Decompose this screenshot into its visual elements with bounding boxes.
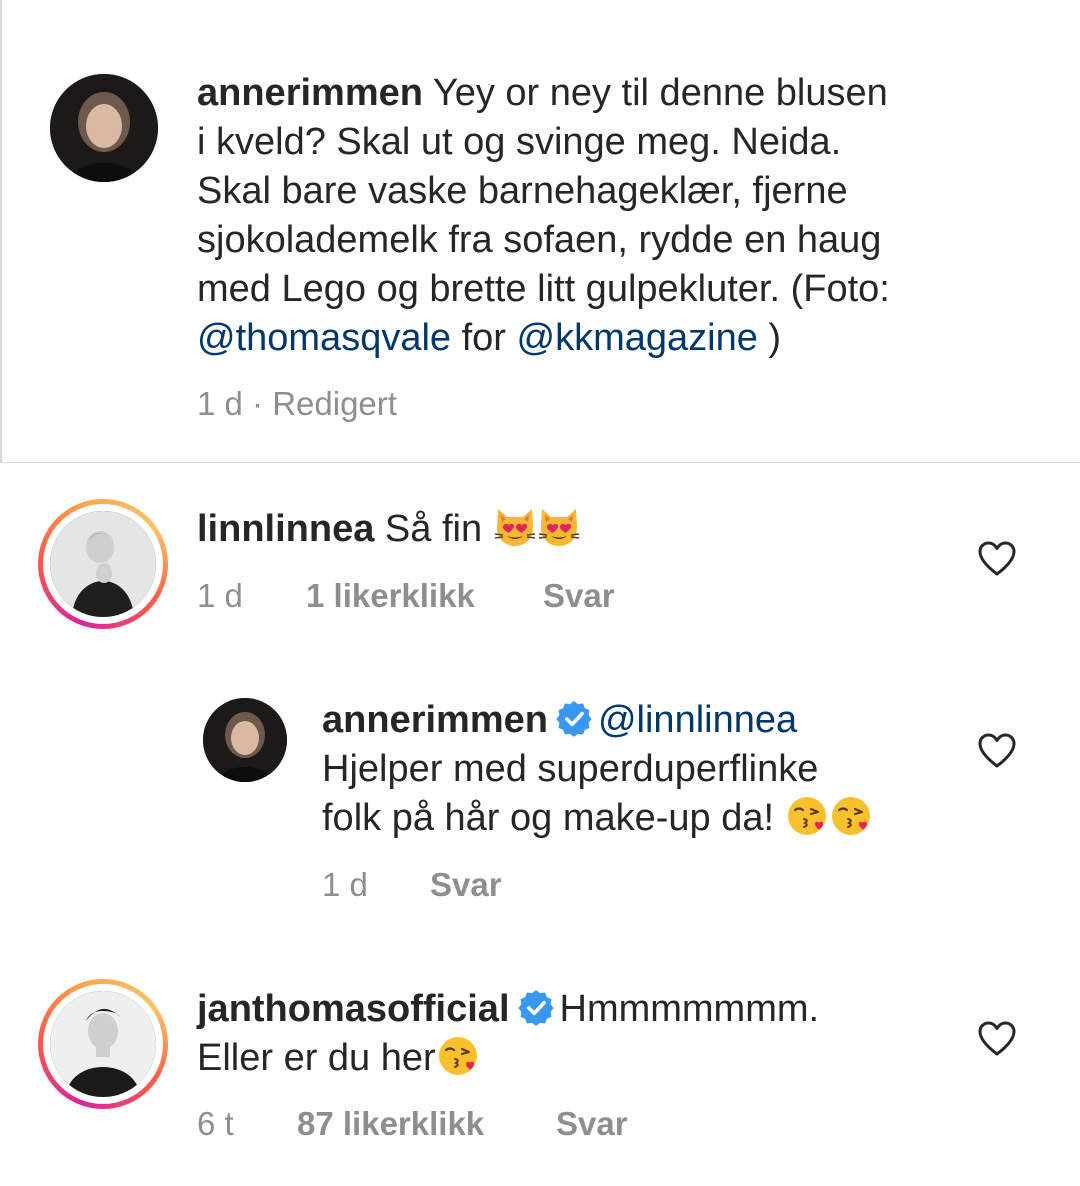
caption-line: Yey or ney til denne blusen: [422, 72, 888, 114]
reply-line: folk på hår og make-up da!: [322, 797, 785, 839]
caption-line: Skal bare vaske barnehageklær, fjerne: [197, 170, 848, 212]
comment-text: linnlinnea Så fin: [197, 505, 581, 554]
commenter-username[interactable]: linnlinnea: [197, 508, 374, 550]
mention-link[interactable]: @thomasqvale: [197, 317, 451, 359]
post-caption: annerimmen Yey or ney til denne blusen i…: [197, 69, 1057, 363]
story-ring[interactable]: [38, 979, 168, 1109]
reply-text: annerimmen @linnlinnea Hjelper med superd…: [322, 696, 873, 843]
commenter-avatar: [50, 991, 156, 1097]
avatar-photo-man-bw: [50, 991, 156, 1097]
mention-link[interactable]: @linnlinnea: [598, 699, 797, 741]
reply-label: Svar: [430, 866, 502, 903]
commenter-avatar: [50, 511, 156, 617]
verified-badge-icon: [556, 701, 592, 737]
likes-count[interactable]: 87 likerklikk: [297, 1105, 484, 1143]
caption-text: for: [451, 317, 517, 359]
story-ring[interactable]: [38, 499, 168, 629]
avatar-photo-woman: [50, 74, 158, 182]
kissing-heart-emoji: [785, 794, 829, 838]
likes-count[interactable]: 1 likerklikk: [306, 577, 475, 615]
avatar-photo-woman-bw: [50, 511, 156, 617]
like-heart-icon[interactable]: [977, 539, 1017, 579]
likes-count-label: 87 likerklikk: [297, 1105, 485, 1142]
like-heart-icon[interactable]: [977, 731, 1017, 771]
window-edge: [0, 0, 2, 462]
reply-line: Hjelper med superduperflinke: [322, 748, 819, 790]
divider: [0, 462, 1080, 463]
reply-button[interactable]: Svar: [430, 866, 502, 904]
caption-line: sjokolademelk fra sofaen, rydde en haug: [197, 219, 882, 261]
like-heart-icon[interactable]: [977, 1019, 1017, 1059]
mention-link[interactable]: @kkmagazine: [517, 317, 758, 359]
likes-count-label: 1 likerklikk: [306, 577, 475, 614]
reply-button[interactable]: Svar: [543, 577, 615, 615]
reply-author-username[interactable]: annerimmen: [322, 699, 548, 741]
reply-author-avatar[interactable]: [203, 698, 287, 782]
comment-text: janthomasofficial Hmmmmmmm. Eller er du h…: [197, 985, 819, 1083]
caption-line: i kveld? Skal ut og svinge meg. Neida.: [197, 121, 842, 163]
post-meta: 1 d · Redigert: [197, 385, 397, 422]
post-author-username[interactable]: annerimmen: [197, 72, 423, 114]
comment-body: Hmmmmmmm.: [559, 988, 820, 1030]
avatar-photo-woman: [203, 698, 287, 782]
post-author-avatar[interactable]: [50, 74, 158, 182]
comment-body: Eller er du her: [197, 1037, 436, 1079]
comment-body: Så fin: [374, 508, 493, 550]
verified-badge-icon: [518, 990, 554, 1026]
kissing-heart-emoji: [436, 1034, 480, 1078]
commenter-username[interactable]: janthomasofficial: [197, 988, 510, 1030]
caption-text: ): [757, 317, 782, 359]
kissing-heart-emoji: [829, 794, 873, 838]
reply-button[interactable]: Svar: [556, 1105, 628, 1143]
reply-label: Svar: [556, 1105, 628, 1142]
comment-time: 6 t: [197, 1105, 234, 1142]
heart-eyes-cat-emoji: [493, 505, 537, 549]
comment-time: 1 d: [197, 577, 243, 614]
comment-time: 1 d: [322, 866, 368, 903]
reply-label: Svar: [543, 577, 615, 614]
heart-eyes-cat-emoji: [537, 505, 581, 549]
caption-line: med Lego og brette litt gulpekluter. (Fo…: [197, 268, 890, 310]
